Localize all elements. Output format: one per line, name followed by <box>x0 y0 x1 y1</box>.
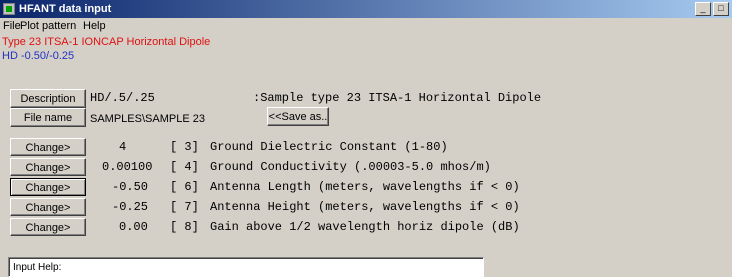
change-button-3[interactable]: Change> <box>10 138 86 156</box>
title-bar: HFANT data input _ □ <box>0 0 732 18</box>
menu-help[interactable]: Help <box>83 20 106 33</box>
param-index-7: [ 7] <box>170 200 199 214</box>
param-index-3: [ 3] <box>170 140 199 154</box>
description-button[interactable]: Description <box>10 89 86 108</box>
menu-bar: File Plot pattern Help <box>0 18 732 35</box>
menu-file[interactable]: File <box>3 20 21 33</box>
minimize-button[interactable]: _ <box>695 2 711 16</box>
param-value-4: 0.00100 <box>102 160 153 174</box>
change-button-6[interactable]: Change> <box>10 178 86 196</box>
param-value-7: -0.25 <box>112 200 149 214</box>
param-index-6: [ 6] <box>170 180 199 194</box>
app-icon <box>3 3 15 15</box>
window-title: HFANT data input <box>19 3 112 15</box>
change-button-4[interactable]: Change> <box>10 158 86 176</box>
window-controls: _ □ <box>693 2 729 16</box>
antenna-type-text: Type 23 ITSA-1 IONCAP Horizontal Dipole <box>2 36 211 48</box>
param-index-8: [ 8] <box>170 220 199 234</box>
param-label-4: Ground Conductivity (.00003-5.0 mhos/m) <box>210 160 491 174</box>
param-index-4: [ 4] <box>170 160 199 174</box>
maximize-button[interactable]: □ <box>713 2 729 16</box>
description-comment: :Sample type 23 ITSA-1 Horizontal Dipole <box>253 91 542 105</box>
description-value: HD/.5/.25 <box>90 91 155 105</box>
param-label-3: Ground Dielectric Constant (1-80) <box>210 140 448 154</box>
file-name-value: SAMPLES\SAMPLE 23 <box>90 113 205 125</box>
param-value-3: 4 <box>119 140 127 154</box>
input-help-label: Input Help: <box>13 262 62 273</box>
file-name-button[interactable]: File name <box>10 108 86 127</box>
param-value-6: -0.50 <box>112 180 149 194</box>
param-label-7: Antenna Height (meters, wavelengths if <… <box>210 200 520 214</box>
param-value-8: 0.00 <box>119 220 148 234</box>
menu-plot-pattern[interactable]: Plot pattern <box>20 20 76 33</box>
param-label-6: Antenna Length (meters, wavelengths if <… <box>210 180 520 194</box>
antenna-summary-text: HD -0.50/-0.25 <box>2 50 75 62</box>
save-as-button[interactable]: <<Save as.. <box>267 107 329 126</box>
change-button-7[interactable]: Change> <box>10 198 86 216</box>
input-help-box: Input Help: <box>8 257 484 277</box>
change-button-8[interactable]: Change> <box>10 218 86 236</box>
param-label-8: Gain above 1/2 wavelength horiz dipole (… <box>210 220 520 234</box>
